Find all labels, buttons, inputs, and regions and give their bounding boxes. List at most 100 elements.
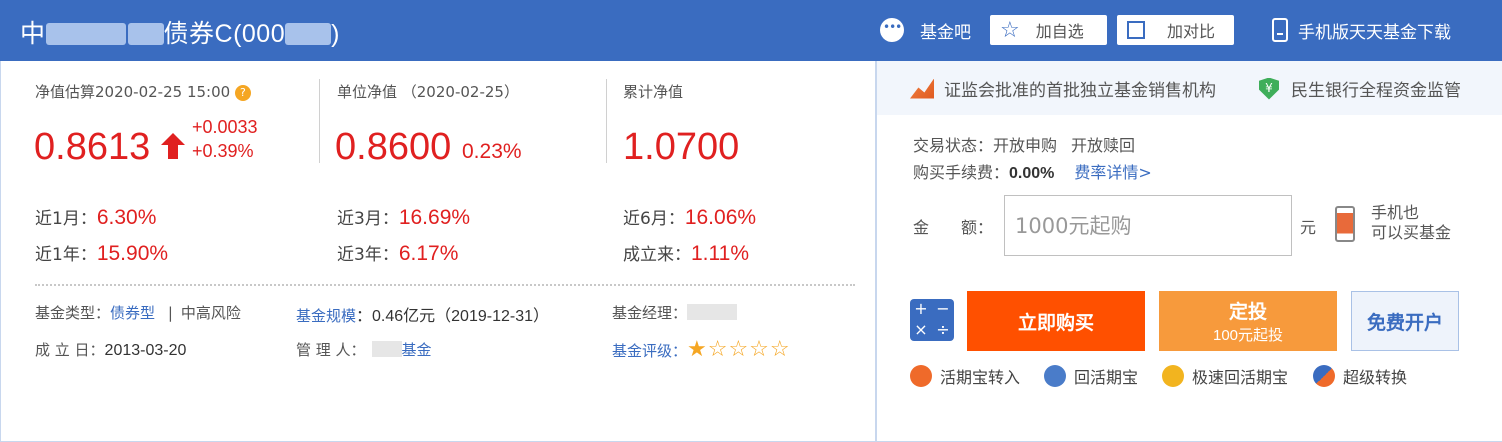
forum-label: 基金吧 (920, 22, 971, 43)
custodian-link[interactable]: 基金 (402, 341, 432, 359)
fund-type-link[interactable]: 债券型 (110, 304, 155, 322)
fee-detail-link[interactable]: 费率详情> (1074, 163, 1151, 182)
link-label: 活期宝转入 (940, 368, 1021, 387)
trade-status: 交易状态：开放申购 开放赎回 (913, 132, 1135, 156)
inception-value: 2013-03-20 (104, 342, 187, 359)
unit-nav-value: 0.8600 (335, 126, 452, 168)
cum-nav-value: 1.0700 (623, 126, 740, 168)
perf-value: 15.90% (96, 242, 169, 265)
fund-scale-value: ：0.46亿元（2019-12-31） (356, 308, 550, 325)
fund-scale: 基金规模：0.46亿元（2019-12-31） (296, 302, 549, 326)
link-super-convert[interactable]: 超级转换 (1313, 364, 1407, 388)
separator: | (167, 304, 173, 322)
convert-arrows-icon (1313, 365, 1335, 387)
risk-level: 中高风险 (180, 304, 241, 322)
mobile-qr-icon[interactable] (1335, 206, 1355, 242)
forum-link[interactable]: 基金吧 (880, 15, 971, 45)
fast-return-icon (1162, 365, 1184, 387)
fund-scale-link[interactable]: 基金规模 (296, 307, 356, 325)
purchase-fee: 购买手续费：0.00% 费率详情> (913, 159, 1152, 183)
nav-estimate-value: 0.8613 (34, 126, 151, 168)
fund-rating: 基金评级：★☆☆☆☆ (612, 337, 791, 362)
amount-input[interactable] (1004, 195, 1292, 256)
mobile-download-link[interactable]: 手机版天天基金下载 (1272, 15, 1451, 45)
promo-bank: ¥ 民生银行全程资金监管 (1259, 76, 1461, 101)
perf-label: 近6月： (623, 209, 685, 229)
perf-6m: 近6月：16.06% (623, 204, 756, 230)
promo-regulator: 证监会批准的首批独立基金销售机构 (910, 76, 1216, 101)
fund-manager: 基金经理： (612, 302, 738, 323)
masked-text (45, 23, 126, 45)
fund-title: 中 债券C(000) (20, 14, 340, 50)
add-watch-label: 加自选 (1035, 22, 1084, 41)
trade-status-label: 交易状态： (913, 136, 994, 155)
trade-status-redeem: 开放赎回 (1071, 136, 1136, 155)
help-icon[interactable]: ? (234, 85, 251, 101)
perf-value: 16.69% (398, 206, 471, 229)
link-label: 极速回活期宝 (1192, 368, 1289, 387)
fund-title-prefix: 中 (20, 20, 46, 48)
buy-now-button[interactable]: 立即购买 (967, 291, 1145, 351)
divider (319, 79, 320, 163)
link-fast-return[interactable]: 极速回活期宝 (1162, 364, 1288, 388)
perf-label: 近3年： (337, 245, 399, 265)
fund-title-suffix: ) (331, 20, 340, 48)
fee-value: 0.00% (1009, 165, 1055, 182)
masked-manager-name[interactable] (687, 304, 738, 320)
perf-label: 近1月： (35, 209, 97, 229)
perf-value: 6.17% (398, 242, 459, 265)
cum-nav-label: 累计净值 (623, 83, 684, 101)
shield-icon: ¥ (1259, 77, 1279, 100)
link-label: 超级转换 (1343, 368, 1408, 387)
add-compare-button[interactable]: 加对比 (1117, 15, 1234, 45)
masked-text (127, 23, 164, 45)
perf-since-inception: 成立来：1.11% (623, 240, 749, 266)
nav-estimate-label: 净值估算2020-02-25 15:00 ? (35, 81, 251, 102)
promo-regulator-text: 证监会批准的首批独立基金销售机构 (944, 81, 1216, 101)
promo-bar: 证监会批准的首批独立基金销售机构 ¥ 民生银行全程资金监管 (877, 61, 1502, 115)
auto-invest-subtitle: 100元起投 (1212, 327, 1284, 344)
perf-3y: 近3年：6.17% (337, 240, 458, 266)
link-transfer-in[interactable]: 活期宝转入 (910, 364, 1020, 388)
perf-label: 近3月： (337, 209, 399, 229)
fund-custodian: 管 理 人： 基金 (296, 339, 432, 360)
perf-3m: 近3月：16.69% (337, 204, 470, 230)
perf-value: 16.06% (684, 206, 757, 229)
add-watchlist-button[interactable]: ☆ 加自选 (990, 15, 1107, 45)
fee-label: 购买手续费： (913, 163, 1010, 182)
mobile-line2: 可以买基金 (1371, 223, 1452, 242)
phone-icon (1272, 18, 1288, 42)
return-icon (1044, 365, 1066, 387)
inception-date: 成 立 日：2013-03-20 (35, 339, 186, 360)
unit-nav-change: 0.23% (462, 140, 522, 163)
open-account-button[interactable]: 免费开户 (1351, 291, 1459, 351)
link-return[interactable]: 回活期宝 (1044, 364, 1138, 388)
star-outline-icon: ☆ (1000, 17, 1020, 43)
calculator-icon[interactable]: + − × ÷ (910, 299, 954, 341)
amount-label: 金 额： (913, 218, 994, 237)
link-label: 回活期宝 (1074, 368, 1139, 387)
perf-value: 1.11% (691, 242, 749, 265)
nav-estimate-change-pct: +0.39% (192, 141, 254, 161)
inception-label: 成 立 日： (35, 341, 105, 359)
dotted-divider (35, 284, 855, 286)
trend-up-icon (910, 78, 934, 99)
auto-invest-button[interactable]: 定投 100元起投 (1159, 291, 1337, 351)
fund-type-label: 基金类型： (35, 304, 111, 322)
mobile-buy-text[interactable]: 手机也 可以买基金 (1371, 203, 1451, 243)
fund-manager-label: 基金经理： (612, 304, 688, 322)
mobile-line1: 手机也 (1371, 203, 1420, 222)
chat-bubble-icon (880, 18, 904, 42)
fund-type: 基金类型：债券型 | 中高风险 (35, 302, 241, 323)
add-compare-label: 加对比 (1167, 22, 1216, 41)
up-arrow-icon (161, 133, 185, 159)
perf-label: 近1年： (35, 245, 97, 265)
rating-label-link[interactable]: 基金评级： (612, 342, 687, 360)
masked-custodian (371, 341, 402, 357)
divider (606, 79, 607, 163)
perf-1m: 近1月：6.30% (35, 204, 156, 230)
custodian-label: 管 理 人： (296, 341, 366, 359)
perf-1y: 近1年：15.90% (35, 240, 168, 266)
promo-bank-text: 民生银行全程资金监管 (1291, 81, 1461, 101)
checkbox-icon (1127, 21, 1145, 39)
